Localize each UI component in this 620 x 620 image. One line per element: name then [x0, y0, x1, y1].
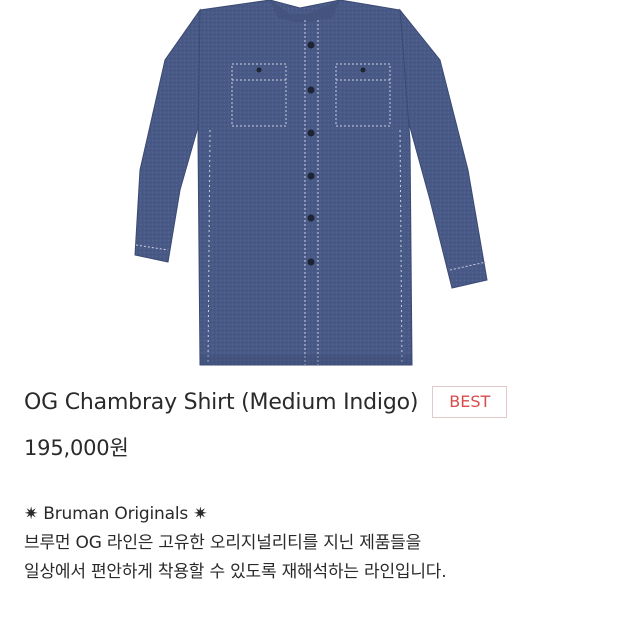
description-heading: ✷ Bruman Originals ✷: [24, 504, 208, 524]
product-description: ✷ Bruman Originals ✷ 브루먼 OG 라인은 고유한 오리지널…: [24, 500, 604, 587]
title-row: OG Chambray Shirt (Medium Indigo) BEST: [24, 386, 508, 418]
product-title[interactable]: OG Chambray Shirt (Medium Indigo): [24, 390, 418, 415]
shirt-icon: [134, 0, 488, 366]
best-badge: BEST: [432, 386, 508, 418]
product-price: 195,000원: [24, 436, 129, 460]
product-image[interactable]: [0, 0, 620, 370]
description-line: 일상에서 편안하게 착용할 수 있도록 재해석하는 라인입니다.: [24, 562, 447, 582]
description-line: 브루먼 OG 라인은 고유한 오리지널리티를 지닌 제품들을: [24, 533, 422, 553]
